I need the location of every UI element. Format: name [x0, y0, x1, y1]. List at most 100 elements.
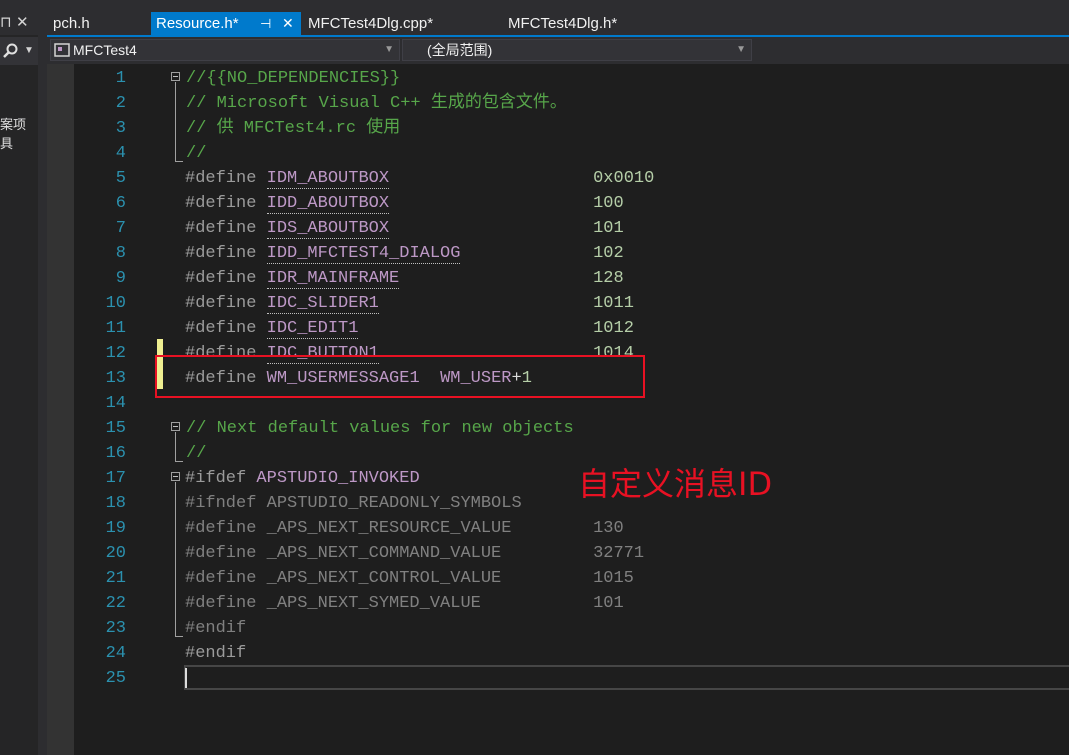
code-token: 100 — [593, 194, 624, 213]
code-token: #define — [185, 269, 267, 288]
code-line[interactable]: 22 #define _APS_NEXT_SYMED_VALUE 101 — [47, 591, 1069, 616]
tab-label: Resource.h* — [156, 15, 239, 32]
code-line[interactable]: 6 #define IDD_ABOUTBOX 100 — [47, 191, 1069, 216]
code-token: #define _APS_NEXT_COMMAND_VALUE 32771 — [185, 544, 645, 563]
code-text: #define _APS_NEXT_RESOURCE_VALUE 130 — [185, 516, 624, 541]
tree-item-label-1[interactable]: 案项 — [0, 114, 26, 133]
line-number: 10 — [105, 294, 126, 313]
code-token: IDS_ABOUTBOX — [266, 219, 390, 239]
code-text: #define IDS_ABOUTBOX 101 — [185, 216, 624, 241]
code-line[interactable]: 9 #define IDR_MAINFRAME 128 — [47, 266, 1069, 291]
code-token: // — [186, 144, 207, 163]
code-line[interactable]: 19 #define _APS_NEXT_RESOURCE_VALUE 130 — [47, 516, 1069, 541]
tab-mfctest4dlg-h[interactable]: MFCTest4Dlg.h* — [508, 12, 617, 35]
code-text: #endif — [185, 616, 246, 641]
code-line[interactable]: 5 #define IDM_ABOUTBOX 0x0010 — [47, 166, 1069, 191]
code-line[interactable]: 16 // — [47, 441, 1069, 466]
chevron-down-icon: ▼ — [384, 44, 394, 55]
line-number: 20 — [105, 544, 126, 563]
line-number: 18 — [105, 494, 126, 513]
code-token: #define — [185, 244, 267, 263]
project-icon — [54, 43, 70, 57]
code-token: IDC_SLIDER1 — [266, 294, 379, 314]
code-line[interactable]: 4 // — [47, 141, 1069, 166]
code-token: #define — [185, 169, 267, 188]
code-text: #define IDD_MFCTEST4_DIALOG 102 — [185, 241, 624, 266]
code-line[interactable]: 8 #define IDD_MFCTEST4_DIALOG 102 — [47, 241, 1069, 266]
scope-combo[interactable]: (全局范围) ▼ — [402, 39, 752, 61]
code-text: #define _APS_NEXT_CONTROL_VALUE 1015 — [185, 566, 634, 591]
tree-item-label-2[interactable]: 具 — [0, 133, 13, 152]
pin-tab-icon[interactable]: ⊣ — [260, 12, 271, 35]
code-text: // — [186, 141, 206, 166]
code-line[interactable]: 23 #endif — [47, 616, 1069, 641]
project-combo[interactable]: MFCTest4 ▼ — [50, 39, 400, 61]
code-line[interactable]: 7 #define IDS_ABOUTBOX 101 — [47, 216, 1069, 241]
code-token: #define — [185, 294, 267, 313]
annotation-label: 自定义消息ID — [578, 465, 773, 503]
tab-label: MFCTest4Dlg.cpp* — [308, 15, 434, 32]
close-icon[interactable]: ✕ — [16, 13, 29, 31]
panel-splitter[interactable] — [38, 0, 47, 755]
line-number: 15 — [105, 419, 126, 438]
code-text: #define IDD_ABOUTBOX 100 — [185, 191, 624, 216]
code-text: // Next default values for new objects — [186, 416, 574, 441]
document-tab-bar: pch.h Resource.h* ⊣ ✕ MFCTest4Dlg.cpp* M… — [47, 0, 1069, 35]
code-text: //{{NO_DEPENDENCIES}} — [186, 66, 400, 91]
tab-label: pch.h — [53, 15, 90, 32]
code-line[interactable]: 24 #endif — [47, 641, 1069, 666]
text-caret — [185, 668, 187, 688]
line-number: 22 — [105, 594, 126, 613]
code-line[interactable]: 3 // 供 MFCTest4.rc 使用 — [47, 116, 1069, 141]
collapse-icon[interactable] — [171, 472, 180, 481]
solution-search-box[interactable]: ▼ — [0, 37, 38, 65]
tab-mfctest4dlg-cpp[interactable]: MFCTest4Dlg.cpp* — [308, 12, 433, 35]
tab-resource-h[interactable]: Resource.h* ⊣ ✕ — [151, 12, 301, 35]
code-line[interactable]: 1 //{{NO_DEPENDENCIES}} — [47, 66, 1069, 91]
search-dropdown-icon[interactable]: ▼ — [24, 45, 34, 56]
code-line[interactable]: 11 #define IDC_EDIT1 1012 — [47, 316, 1069, 341]
line-number: 23 — [105, 619, 126, 638]
line-number: 17 — [105, 469, 126, 488]
code-line[interactable]: 20 #define _APS_NEXT_COMMAND_VALUE 32771 — [47, 541, 1069, 566]
line-number: 1 — [115, 69, 126, 88]
code-token: #endif — [185, 619, 247, 638]
project-name: MFCTest4 — [73, 42, 137, 58]
code-line[interactable]: 21 #define _APS_NEXT_CONTROL_VALUE 1015 — [47, 566, 1069, 591]
code-token: 102 — [593, 244, 624, 263]
line-number: 6 — [115, 194, 126, 213]
code-line[interactable]: 10 #define IDC_SLIDER1 1011 — [47, 291, 1069, 316]
scope-name: (全局范围) — [427, 42, 493, 58]
navigation-bar: MFCTest4 ▼ (全局范围) ▼ — [47, 37, 1069, 64]
code-text: #define IDC_SLIDER1 1011 — [185, 291, 634, 316]
line-number: 3 — [115, 119, 126, 138]
code-token: //{{NO_DEPENDENCIES}} — [186, 69, 401, 88]
code-text: // 供 MFCTest4.rc 使用 — [186, 116, 400, 141]
code-line[interactable]: 17 #ifdef APSTUDIO_INVOKED — [47, 466, 1069, 491]
tab-pch-h[interactable]: pch.h — [53, 12, 90, 35]
line-number: 13 — [105, 369, 126, 388]
line-number: 16 — [105, 444, 126, 463]
code-token: IDC_EDIT1 — [266, 319, 359, 339]
close-tab-icon[interactable]: ✕ — [282, 12, 294, 35]
code-line[interactable]: 2 // Microsoft Visual C++ 生成的包含文件。 — [47, 91, 1069, 116]
line-number: 21 — [105, 569, 126, 588]
line-number: 5 — [115, 169, 126, 188]
code-line[interactable]: 18 #ifndef APSTUDIO_READONLY_SYMBOLS — [47, 491, 1069, 516]
chevron-down-icon: ▼ — [736, 44, 746, 55]
code-text: #define _APS_NEXT_SYMED_VALUE 101 — [185, 591, 624, 616]
code-line[interactable]: 15 // Next default values for new objects — [47, 416, 1069, 441]
code-token: 101 — [593, 219, 624, 238]
code-text: #ifdef APSTUDIO_INVOKED — [185, 466, 420, 491]
pin-icon[interactable]: ⊓ — [0, 13, 12, 31]
collapse-icon[interactable] — [171, 72, 180, 81]
code-token: APSTUDIO_INVOKED — [256, 469, 420, 488]
line-number: 9 — [115, 269, 126, 288]
code-editor[interactable]: 1 //{{NO_DEPENDENCIES}} 2 // Microsoft Visu… — [47, 64, 1069, 755]
search-icon — [3, 43, 18, 58]
code-text: #endif — [185, 641, 246, 666]
collapse-icon[interactable] — [171, 422, 180, 431]
solution-explorer-panel: ⊓ ✕ ▼ 案项 具 — [0, 0, 38, 755]
